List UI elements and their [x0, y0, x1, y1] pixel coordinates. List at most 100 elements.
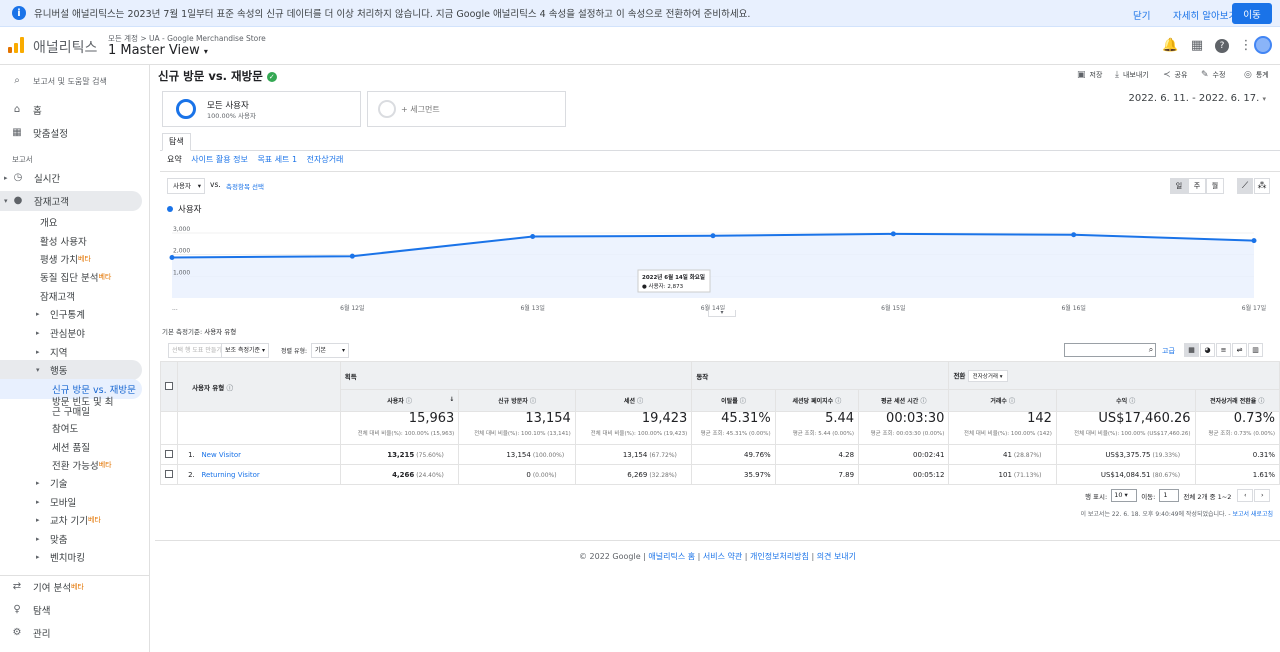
sidebar-item-cohort[interactable]: 동질 집단 분석 베타	[0, 267, 142, 287]
refresh-report-link[interactable]: 보고서 새로고침	[1232, 511, 1273, 518]
granularity-week-button[interactable]: 주	[1188, 178, 1206, 194]
pie-view-icon[interactable]: ◕	[1200, 343, 1215, 357]
select-all-checkbox[interactable]	[165, 381, 173, 390]
primary-dim-value[interactable]: 사용자 유형	[204, 328, 236, 336]
col-transactions[interactable]: 거래수 ⓘ	[948, 389, 1057, 412]
sidebar-item-active-users[interactable]: 활성 사용자	[0, 231, 142, 251]
sidebar-item-mobile[interactable]: ▸ 모바일	[0, 492, 142, 512]
view-selector[interactable]: 1 Master View ▾	[108, 43, 208, 58]
footer-link-terms[interactable]: 서비스 약관	[703, 552, 742, 561]
banner-dismiss-link[interactable]: 닫기	[1133, 8, 1150, 22]
metric-dropdown[interactable]: 사용자 ▾	[167, 178, 205, 194]
footer-link-home[interactable]: 애널리틱스 홈	[648, 552, 695, 561]
sidebar-item-custom[interactable]: ▸ 맞춤	[0, 529, 142, 549]
data-point[interactable]	[890, 231, 896, 237]
sidebar-item-frequency-recency[interactable]: 방문 빈도 및 최근 구매일	[0, 398, 142, 420]
granularity-month-button[interactable]: 월	[1206, 178, 1224, 194]
sidebar-item-realtime[interactable]: ▸ ◷ 실시간	[0, 168, 142, 188]
more-vert-icon[interactable]: ⋮	[1239, 39, 1253, 53]
subtab-goal-set[interactable]: 목표 세트 1	[257, 155, 297, 164]
data-point[interactable]	[169, 254, 175, 260]
sidebar-item-benchmarking[interactable]: ▸ 벤치마킹	[0, 547, 142, 567]
goto-page-input[interactable]: 1	[1159, 489, 1180, 502]
apps-icon[interactable]: ▦	[1190, 39, 1204, 53]
sidebar-item-audience[interactable]: ▾ ● 잠재고객	[0, 191, 142, 211]
data-point[interactable]	[1071, 232, 1077, 238]
next-page-button[interactable]: ›	[1254, 489, 1271, 502]
granularity-day-button[interactable]: 일	[1170, 178, 1188, 194]
performance-view-icon[interactable]: ≡	[1216, 343, 1231, 357]
export-button[interactable]: ⤓ 내보내기	[1115, 70, 1149, 80]
col-ecommerce-conversion-rate[interactable]: 전자상거래 전환율 ⓘ	[1194, 389, 1280, 412]
sidebar-item-interests[interactable]: ▸ 관심분야	[0, 323, 142, 343]
edit-button[interactable]: ✎ 수정	[1201, 70, 1225, 80]
col-bounce-rate[interactable]: 이탈률 ⓘ	[691, 389, 776, 412]
select-metric-link[interactable]: 측정항목 선택	[226, 181, 264, 191]
rows-per-page-select[interactable]: 10 ▾	[1111, 489, 1138, 502]
sidebar-item-engagement[interactable]: 참여도	[0, 418, 142, 438]
motion-chart-icon[interactable]: ⁂	[1254, 178, 1270, 194]
sidebar-item-home[interactable]: ⌂ 홈	[0, 100, 142, 120]
add-segment-button[interactable]: + 세그먼트	[367, 91, 566, 127]
banner-go-button[interactable]: 이동	[1232, 3, 1272, 24]
conversion-dropdown[interactable]: 전자상거래 ▾	[967, 369, 1008, 382]
pivot-view-icon[interactable]: ▥	[1248, 343, 1263, 357]
sidebar-item-attribution[interactable]: ⇄ 기여 분석 베타	[0, 577, 142, 597]
segment-all-users[interactable]: 모든 사용자 100.00% 사용자	[162, 91, 361, 127]
col-sessions[interactable]: 세션 ⓘ	[574, 389, 693, 412]
sidebar-item-discover[interactable]: ♀ 탐색	[0, 600, 142, 620]
share-button[interactable]: ≺ 공유	[1163, 70, 1187, 80]
sidebar-item-technology[interactable]: ▸ 기술	[0, 473, 142, 493]
sidebar-item-new-vs-returning[interactable]: 신규 방문 vs. 재방문	[0, 379, 142, 399]
prev-page-button[interactable]: ‹	[1237, 489, 1254, 502]
help-icon[interactable]: ?	[1215, 39, 1229, 53]
table-search-input[interactable]	[1064, 343, 1156, 357]
data-point[interactable]	[349, 253, 355, 259]
col-users[interactable]: 사용자 ⓘ ↓	[339, 389, 460, 412]
col-revenue[interactable]: 수익 ⓘ	[1055, 389, 1196, 412]
sidebar-item-session-quality[interactable]: 세션 품질	[0, 437, 142, 457]
footer-link-privacy[interactable]: 개인정보처리방침	[750, 552, 809, 561]
secondary-dimension-dropdown[interactable]: 보조 측정기준 ▾	[221, 343, 269, 358]
plot-rows-button[interactable]: 선택 행 도표 만들기	[168, 343, 226, 358]
row-checkbox[interactable]	[165, 469, 174, 478]
sidebar-item-audiences[interactable]: 잠재고객	[0, 286, 142, 306]
subtab-summary[interactable]: 요약	[167, 155, 182, 164]
chart-expand-handle[interactable]: ▾	[708, 310, 736, 317]
data-point[interactable]	[530, 233, 536, 239]
table-view-icon[interactable]: ▦	[1184, 343, 1199, 357]
data-point[interactable]	[1251, 238, 1257, 244]
bell-icon[interactable]: 🔔	[1162, 39, 1178, 53]
subtab-site-usage[interactable]: 사이트 활용 정보	[191, 155, 248, 164]
advanced-filter-link[interactable]: 고급	[1162, 346, 1175, 356]
sidebar-item-customization[interactable]: ▦ 맞춤설정	[0, 123, 142, 143]
search-icon[interactable]: ⌕	[1144, 343, 1158, 357]
save-button[interactable]: ▣ 저장	[1077, 70, 1102, 80]
col-user-type[interactable]: 사용자 유형 ⓘ	[177, 361, 341, 412]
sidebar-item-overview[interactable]: 개요	[0, 212, 142, 232]
footer-link-feedback[interactable]: 의견 보내기	[817, 552, 856, 561]
sort-type-dropdown[interactable]: 기본 ▾	[311, 343, 349, 358]
sidebar-item-lifetime-value[interactable]: 평생 가치 베타	[0, 249, 142, 269]
row-dimension-link[interactable]: Returning Visitor	[201, 471, 259, 479]
tab-explorer[interactable]: 탐색	[162, 133, 191, 151]
line-chart-icon[interactable]: ⟋	[1237, 178, 1253, 194]
sidebar-item-demographics[interactable]: ▸ 인구통계	[0, 304, 142, 324]
sidebar-item-conversion-probability[interactable]: 전환 가능성 베타	[0, 455, 142, 475]
col-pages-per-session[interactable]: 세션당 페이지수 ⓘ	[774, 389, 860, 412]
account-icon[interactable]	[1254, 36, 1272, 54]
analytics-logo-icon[interactable]	[8, 37, 24, 53]
row-dimension-link[interactable]: New Visitor	[201, 451, 241, 459]
sidebar-item-behavior[interactable]: ▾ 행동	[0, 360, 142, 380]
row-checkbox[interactable]	[165, 449, 174, 458]
date-range-picker[interactable]: 2022. 6. 11. - 2022. 6. 17. ▾	[1128, 93, 1266, 104]
insights-button[interactable]: ◎ 통계	[1244, 70, 1269, 80]
comparison-view-icon[interactable]: ⇌	[1232, 343, 1247, 357]
col-avg-session-duration[interactable]: 평균 세션 시간 ⓘ	[858, 389, 950, 412]
subtab-ecommerce[interactable]: 전자상거래	[307, 155, 344, 164]
sidebar-search[interactable]: ⌕ 보고서 및 도움말 검색	[0, 71, 142, 91]
sidebar-item-admin[interactable]: ⚙ 관리	[0, 623, 142, 643]
data-point[interactable]	[710, 233, 716, 239]
banner-learn-more-link[interactable]: 자세히 알아보기	[1173, 8, 1237, 22]
sidebar-item-geo[interactable]: ▸ 지역	[0, 342, 142, 362]
